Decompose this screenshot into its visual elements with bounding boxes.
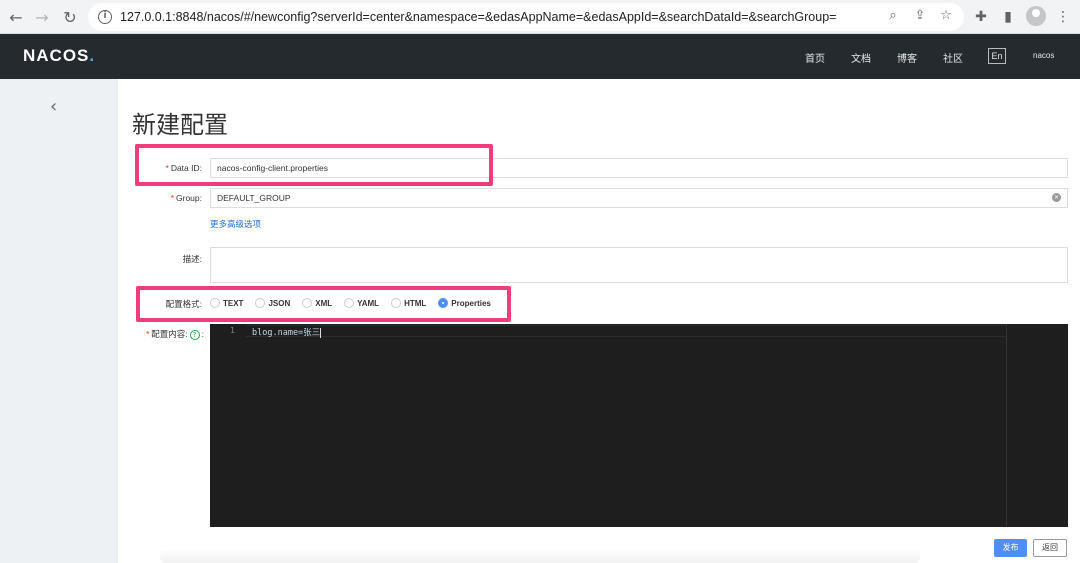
address-bar[interactable]: i 127.0.0.1:8848/nacos/#/newconfig?serve… xyxy=(88,3,964,31)
content-label: * 配置内容:?: xyxy=(145,329,204,340)
reload-icon[interactable]: ↻ xyxy=(58,5,82,29)
nav-home[interactable]: 首页 xyxy=(805,50,825,65)
app-header: NACOS. 首页 文档 博客 社区 En nacos xyxy=(0,34,1080,79)
language-switch-button[interactable]: En xyxy=(988,48,1006,64)
format-label: 配置格式: xyxy=(165,299,202,309)
profile-avatar-icon[interactable] xyxy=(1026,6,1046,26)
radio-icon xyxy=(255,298,266,308)
radio-icon xyxy=(344,298,355,308)
zoom-search-icon[interactable]: ⌕ xyxy=(884,6,902,24)
url-text: 127.0.0.1:8848/nacos/#/newconfig?serverI… xyxy=(120,10,837,24)
format-radio-text[interactable]: TEXT xyxy=(210,298,243,308)
radio-icon xyxy=(302,298,313,308)
data-id-label: * Data ID: xyxy=(165,163,203,173)
side-panel-icon[interactable]: ▮ xyxy=(997,6,1019,28)
info-icon[interactable]: i xyxy=(98,10,112,24)
nav-blog[interactable]: 博客 xyxy=(897,50,917,65)
group-label: * Group: xyxy=(170,193,202,203)
back-arrow-icon[interactable]: ← xyxy=(4,5,28,29)
format-radio-xml[interactable]: XML xyxy=(302,298,332,308)
format-radio-html[interactable]: HTML xyxy=(391,298,426,308)
radio-checked-icon xyxy=(438,298,449,308)
forward-arrow-icon[interactable]: → xyxy=(30,5,54,29)
nav-community[interactable]: 社区 xyxy=(943,50,963,65)
publish-button[interactable]: 发布 xyxy=(994,539,1027,557)
line-number: 1 xyxy=(230,326,235,335)
radio-icon xyxy=(391,298,402,308)
left-sidebar xyxy=(0,79,118,563)
format-radio-properties[interactable]: Properties xyxy=(438,298,491,308)
code-editor[interactable]: 1 blog.name=张三 xyxy=(210,324,1068,527)
format-radio-json[interactable]: JSON xyxy=(255,298,290,308)
footer-shadow xyxy=(160,549,920,563)
bookmark-star-icon[interactable]: ☆ xyxy=(937,6,955,24)
page-title: 新建配置 xyxy=(132,112,228,139)
code-line: blog.name=张三 xyxy=(252,327,322,338)
back-button[interactable]: 返回 xyxy=(1033,539,1067,557)
more-menu-icon[interactable]: ⋮ xyxy=(1052,6,1074,28)
page-back-icon[interactable]: ‹ xyxy=(50,96,57,117)
group-input[interactable]: DEFAULT_GROUP xyxy=(210,188,1068,208)
advanced-options-link[interactable]: 更多高级选项 xyxy=(210,218,261,230)
description-textarea[interactable] xyxy=(210,247,1068,283)
current-line-highlight xyxy=(246,325,1006,337)
description-label: 描述: xyxy=(182,254,202,264)
browser-toolbar: ← → ↻ i 127.0.0.1:8848/nacos/#/newconfig… xyxy=(0,0,1080,34)
radio-icon xyxy=(210,298,220,308)
editor-scrollbar[interactable] xyxy=(1006,324,1007,527)
data-id-input[interactable]: nacos-config-client.properties xyxy=(210,158,1068,178)
help-question-icon[interactable]: ? xyxy=(189,330,200,340)
format-radio-yaml[interactable]: YAML xyxy=(344,298,379,308)
nav-docs[interactable]: 文档 xyxy=(851,50,871,65)
share-icon[interactable]: ⇪ xyxy=(911,6,929,24)
user-name[interactable]: nacos xyxy=(1033,51,1054,60)
editor-gutter xyxy=(210,324,246,527)
clear-icon[interactable]: ✕ xyxy=(1052,193,1061,202)
extensions-icon[interactable]: ✚ xyxy=(970,6,992,28)
nacos-logo[interactable]: NACOS. xyxy=(23,46,95,66)
format-radio-group: TEXT JSON XML YAML HTML Properties xyxy=(210,297,503,309)
